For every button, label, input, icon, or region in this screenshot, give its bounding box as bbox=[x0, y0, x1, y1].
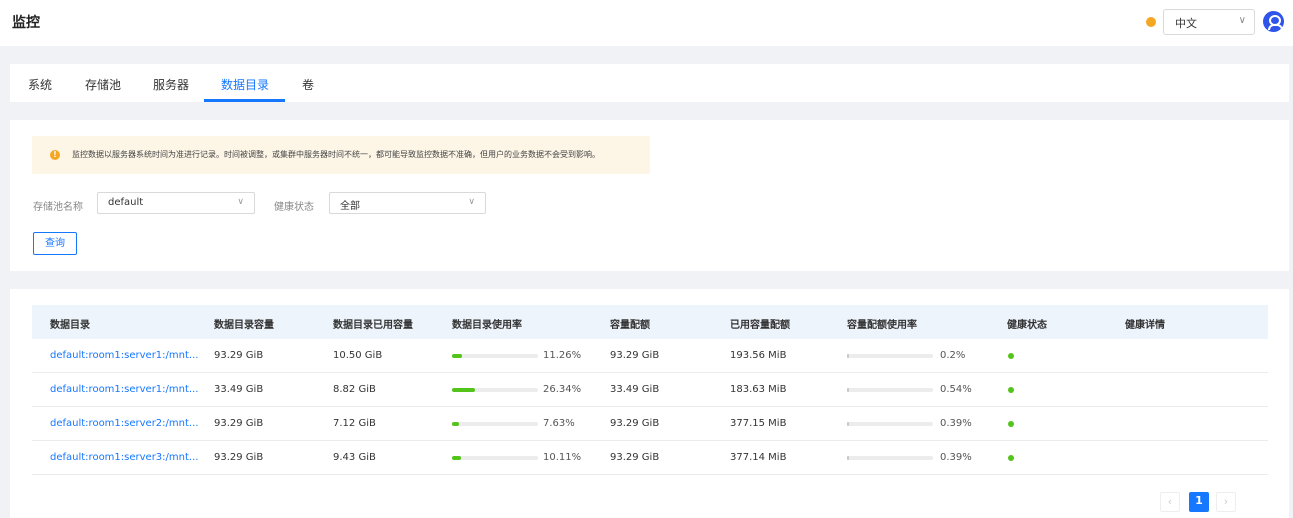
quota-rate-cell: 0.39% bbox=[940, 452, 972, 463]
user-avatar-icon[interactable] bbox=[1263, 11, 1284, 32]
health-status-icon bbox=[1008, 421, 1014, 427]
info-alert: ! 监控数据以服务器系统时间为准进行记录。时间被调整，或集群中服务器时间不统一，… bbox=[32, 136, 650, 174]
tab-storage-pool[interactable]: 存储池 bbox=[85, 76, 121, 93]
language-select[interactable]: 中文 ∨ bbox=[1163, 9, 1255, 35]
capacity-cell: 93.29 GiB bbox=[214, 452, 264, 463]
table-row: default:room1:server1:/mnt... 93.29 GiB 10… bbox=[32, 339, 1268, 373]
health-status-select[interactable]: 全部 ∨ bbox=[329, 192, 486, 214]
table-row: default:room1:server2:/mnt... 93.29 GiB 7.… bbox=[32, 407, 1268, 441]
tab-volume[interactable]: 卷 bbox=[302, 76, 314, 93]
data-directory-link[interactable]: default:room1:server1:/mnt... bbox=[50, 384, 198, 395]
query-button[interactable]: 查询 bbox=[33, 232, 77, 255]
used-capacity-cell: 10.50 GiB bbox=[333, 350, 383, 361]
quota-progress-bar bbox=[847, 422, 933, 426]
tab-data-directory[interactable]: 数据目录 bbox=[221, 76, 269, 93]
used-quota-cell: 193.56 MiB bbox=[730, 350, 787, 361]
column-header: 容量配额 bbox=[610, 320, 650, 331]
used-quota-cell: 377.14 MiB bbox=[730, 452, 787, 463]
health-status-icon bbox=[1008, 387, 1014, 393]
column-header: 健康详情 bbox=[1125, 320, 1165, 331]
capacity-cell: 93.29 GiB bbox=[214, 418, 264, 429]
quota-progress-fill bbox=[847, 354, 849, 358]
language-value: 中文 bbox=[1175, 17, 1197, 30]
capacity-cell: 33.49 GiB bbox=[214, 384, 264, 395]
pool-name-value: default bbox=[108, 197, 144, 208]
usage-progress-bar bbox=[452, 388, 538, 392]
quota-cell: 93.29 GiB bbox=[610, 350, 660, 361]
tab-system[interactable]: 系统 bbox=[28, 76, 52, 93]
chevron-down-icon: ∨ bbox=[237, 197, 244, 207]
page-title: 监控 bbox=[12, 15, 40, 31]
data-directory-link[interactable]: default:room1:server3:/mnt... bbox=[50, 452, 198, 463]
usage-rate-cell: 11.26% bbox=[543, 350, 582, 361]
used-capacity-cell: 9.43 GiB bbox=[333, 452, 376, 463]
filter-panel: ! 监控数据以服务器系统时间为准进行记录。时间被调整，或集群中服务器时间不统一，… bbox=[10, 120, 1289, 271]
health-status-icon bbox=[1008, 455, 1014, 461]
usage-progress-bar bbox=[452, 422, 538, 426]
pool-name-select[interactable]: default ∨ bbox=[97, 192, 255, 214]
column-header: 数据目录使用率 bbox=[452, 320, 522, 331]
usage-rate-cell: 26.34% bbox=[543, 384, 582, 395]
top-bar: 监控 中文 ∨ bbox=[0, 0, 1293, 46]
used-capacity-cell: 8.82 GiB bbox=[333, 384, 376, 395]
quota-progress-fill bbox=[847, 456, 849, 460]
warning-indicator-icon[interactable] bbox=[1146, 17, 1156, 27]
column-header: 已用容量配额 bbox=[730, 320, 790, 331]
quota-rate-cell: 0.54% bbox=[940, 384, 972, 395]
pagination-page-1[interactable]: 1 bbox=[1189, 492, 1209, 512]
usage-progress-fill bbox=[452, 388, 475, 392]
quota-progress-fill bbox=[847, 388, 849, 392]
quota-cell: 93.29 GiB bbox=[610, 452, 660, 463]
quota-progress-bar bbox=[847, 354, 933, 358]
column-header: 数据目录容量 bbox=[214, 320, 274, 331]
column-header: 健康状态 bbox=[1007, 320, 1047, 331]
usage-progress-fill bbox=[452, 354, 462, 358]
data-directory-link[interactable]: default:room1:server2:/mnt... bbox=[50, 418, 198, 429]
table-row: default:room1:server3:/mnt... 93.29 GiB 9.… bbox=[32, 441, 1268, 475]
used-quota-cell: 377.15 MiB bbox=[730, 418, 787, 429]
health-status-value: 全部 bbox=[340, 201, 360, 212]
alert-text: 监控数据以服务器系统时间为准进行记录。时间被调整，或集群中服务器时间不统一，都可… bbox=[72, 150, 600, 159]
quota-rate-cell: 0.2% bbox=[940, 350, 966, 361]
quota-rate-cell: 0.39% bbox=[940, 418, 972, 429]
quota-progress-bar bbox=[847, 456, 933, 460]
quota-cell: 33.49 GiB bbox=[610, 384, 660, 395]
health-status-icon bbox=[1008, 353, 1014, 359]
table-row: default:room1:server1:/mnt... 33.49 GiB 8.… bbox=[32, 373, 1268, 407]
pool-name-label: 存储池名称 bbox=[33, 202, 83, 213]
used-capacity-cell: 7.12 GiB bbox=[333, 418, 376, 429]
column-header: 数据目录 bbox=[50, 320, 90, 331]
chevron-down-icon: ∨ bbox=[1238, 15, 1246, 26]
quota-cell: 93.29 GiB bbox=[610, 418, 660, 429]
used-quota-cell: 183.63 MiB bbox=[730, 384, 787, 395]
chevron-down-icon: ∨ bbox=[468, 197, 475, 207]
tab-bar: 系统 存储池 服务器 数据目录 卷 bbox=[10, 64, 1289, 102]
column-header: 数据目录已用容量 bbox=[333, 320, 413, 331]
usage-rate-cell: 10.11% bbox=[543, 452, 582, 463]
quota-progress-bar bbox=[847, 388, 933, 392]
usage-progress-fill bbox=[452, 422, 459, 426]
data-directory-table: 数据目录 数据目录容量 数据目录已用容量 数据目录使用率 容量配额 已用容量配额… bbox=[10, 289, 1289, 518]
data-directory-link[interactable]: default:room1:server1:/mnt... bbox=[50, 350, 198, 361]
health-status-label: 健康状态 bbox=[274, 202, 314, 213]
quota-progress-fill bbox=[847, 422, 849, 426]
column-header: 容量配额使用率 bbox=[847, 320, 917, 331]
usage-rate-cell: 7.63% bbox=[543, 418, 575, 429]
capacity-cell: 93.29 GiB bbox=[214, 350, 264, 361]
warning-icon: ! bbox=[50, 150, 60, 160]
usage-progress-fill bbox=[452, 456, 461, 460]
pagination-next-button[interactable]: › bbox=[1216, 492, 1236, 512]
usage-progress-bar bbox=[452, 354, 538, 358]
active-tab-indicator bbox=[204, 99, 285, 102]
table-header: 数据目录 数据目录容量 数据目录已用容量 数据目录使用率 容量配额 已用容量配额… bbox=[32, 305, 1268, 339]
tab-server[interactable]: 服务器 bbox=[153, 76, 189, 93]
usage-progress-bar bbox=[452, 456, 538, 460]
pagination-prev-button[interactable]: ‹ bbox=[1160, 492, 1180, 512]
